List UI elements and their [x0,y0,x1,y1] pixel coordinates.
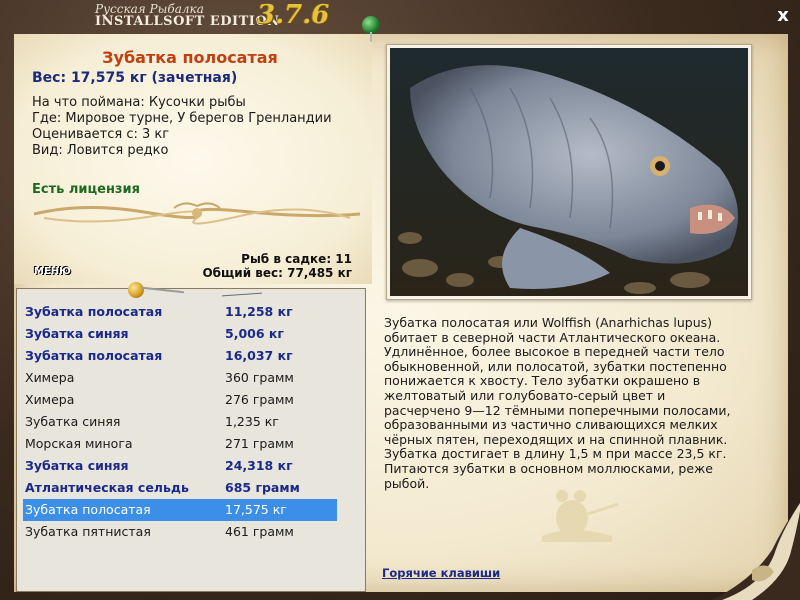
wolffish-image-icon [390,48,748,296]
fish-list-row[interactable]: Химера 360 грамм [23,367,337,389]
fish-list-weight: 276 грамм [225,392,294,407]
fish-list-row[interactable]: Зубатка полосатая 16,037 кг [23,345,337,367]
fish-list-name: Зубатка синяя [25,458,129,473]
cage-total-weight: Общий вес: 77,485 кг [202,266,352,280]
fish-list-weight: 24,318 кг [225,458,293,473]
fish-list-name: Зубатка полосатая [25,348,163,363]
fish-photo [386,44,752,300]
fish-list-row[interactable]: Зубатка синяя 24,318 кг [23,455,337,477]
fish-kind: Вид: Ловится редко [32,143,169,158]
menu-button[interactable]: МЕНЮ [34,266,78,280]
fish-list-name: Зубатка синяя [25,414,121,429]
app-version: 3.7.6 [257,0,330,30]
fish-list: Зубатка полосатая 11,258 кг Зубатка синяя 5… [16,288,366,592]
fish-list-weight: 1,235 кг [225,414,279,429]
fish-list-row[interactable]: Атлантическая сельдь 685 грамм [23,477,337,499]
close-button[interactable]: x [773,6,793,26]
fish-list-weight: 685 грамм [225,480,300,495]
fish-name-title: Зубатка полосатая [102,48,278,67]
fish-list-row[interactable]: Химера 276 грамм [23,389,337,411]
gold-pin-icon [128,282,144,298]
fish-list-name: Зубатка пятнистая [25,524,151,539]
fish-list-weight: 271 грамм [225,436,294,451]
fish-list-name: Химера [25,370,75,385]
fish-list-name: Зубатка синяя [25,326,129,341]
cage-count: Рыб в садке: 11 [241,252,352,266]
app-title-main: INSTALLSOFT EDITION [95,14,280,29]
fish-list-row[interactable]: Зубатка пятнистая 461 грамм [23,521,337,543]
app-title: Русская Рыбалка INSTALLSOFT EDITION 3.7.… [95,0,335,32]
fish-list-row[interactable]: Зубатка синяя 5,006 кг [23,323,337,345]
fish-list-row[interactable]: Зубатка полосатая 17,575 кг [23,499,337,521]
fish-list-weight: 360 грамм [225,370,294,385]
fish-weight: Вес: 17,575 кг (зачетная) [32,70,238,86]
fish-list-row[interactable]: Зубатка полосатая 11,258 кг [23,301,337,323]
license-status: Есть лицензия [32,182,140,197]
ornament-divider-icon [33,202,361,225]
fish-list-weight: 461 грамм [225,524,294,539]
cage-summary: Рыб в садке: 11 Общий вес: 77,485 кг [202,252,352,280]
fish-list-name: Зубатка полосатая [25,304,163,319]
fisherman-emblem-icon [542,490,619,542]
pin-needle [370,32,372,42]
fish-list-weight: 17,575 кг [225,502,287,517]
fish-list-weight: 16,037 кг [225,348,293,363]
page-curl-icon [712,502,800,600]
fish-list-name: Атлантическая сельдь [25,480,189,495]
fish-list-name: Зубатка полосатая [25,502,151,517]
fish-bait: На что поймана: Кусочки рыбы [32,95,246,110]
fish-list-name: Химера [25,392,75,407]
fish-rated: Оценивается с: 3 кг [32,127,170,142]
fish-list-weight: 11,258 кг [225,304,293,319]
fish-place: Где: Мировое турне, У берегов Гренландии [32,111,332,126]
fish-list-row[interactable]: Морская минога 271 грамм [23,433,337,455]
fish-description: Зубатка полосатая или Wolffish (Anarhich… [384,315,731,491]
fish-list-name: Морская минога [25,436,133,451]
fish-list-row[interactable]: Зубатка синяя 1,235 кг [23,411,337,433]
hotkeys-link[interactable]: Горячие клавиши [382,566,500,580]
fish-list-weight: 5,006 кг [225,326,284,341]
